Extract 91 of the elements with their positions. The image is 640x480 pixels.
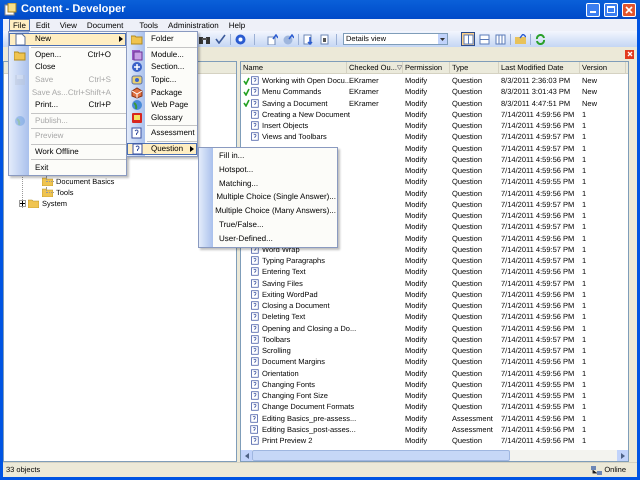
folder-icon: [28, 199, 39, 208]
question-icon: [250, 121, 259, 130]
app-icon: [4, 3, 17, 16]
horizontal-scrollbar[interactable]: [241, 450, 628, 461]
question-icon: [250, 301, 259, 310]
network-icon: [591, 466, 602, 474]
section-icon: [131, 61, 143, 74]
scroll-right-icon: [620, 452, 624, 458]
dropdown-arrow-icon: [440, 38, 445, 40]
close-icon: [626, 51, 632, 57]
folder-up-button[interactable]: [514, 32, 527, 46]
menu-option[interactable]: Package: [127, 86, 197, 99]
menu-option[interactable]: Print... Ctrl+P: [9, 98, 126, 112]
menu-option[interactable]: Glossary: [127, 112, 197, 124]
assessment-icon: [250, 414, 259, 423]
question-icon: [250, 380, 259, 389]
globe-icon: [131, 99, 143, 112]
menu-item[interactable]: File: [9, 19, 30, 31]
sort-icon: [396, 65, 402, 70]
question-icon: [250, 278, 259, 288]
question-icon: [250, 436, 259, 446]
question-icon: [250, 334, 259, 344]
menu-option[interactable]: Module...: [127, 48, 197, 62]
spellcheck-button[interactable]: [214, 32, 227, 46]
question-icon: [250, 324, 259, 333]
menu-option[interactable]: Close: [9, 61, 126, 74]
menu-option[interactable]: Multiple Choice (Many Answers)...: [199, 204, 337, 218]
menu-item[interactable]: Tools: [135, 19, 162, 31]
question-icon: [250, 402, 259, 412]
question-icon: [250, 368, 259, 378]
globe-arrow-button[interactable]: [282, 32, 295, 46]
folder-icon: [131, 33, 143, 46]
menu-option[interactable]: Multiple Choice (Single Answer)...: [199, 190, 337, 204]
menu-option[interactable]: Assessment: [127, 127, 197, 140]
menu-option[interactable]: Hotspot...: [199, 162, 337, 177]
question-icon: [250, 312, 259, 322]
menu-option[interactable]: Section...: [127, 61, 197, 74]
scroll-left-icon: [244, 452, 248, 458]
close-button[interactable]: [622, 2, 636, 16]
menu-option[interactable]: New: [9, 33, 126, 46]
menu-item[interactable]: Help: [224, 19, 250, 31]
question-icon: [250, 256, 259, 266]
book-icon: [131, 112, 143, 124]
menu-item[interactable]: Administration: [164, 19, 223, 31]
question-icon: [250, 267, 259, 276]
question-icon: [250, 87, 259, 96]
menu-item[interactable]: View: [56, 19, 81, 31]
globe-icon: [14, 114, 26, 127]
question-icon: [250, 76, 259, 86]
menu-option[interactable]: Exit: [9, 161, 126, 174]
topic-icon: [131, 74, 143, 86]
window-title: Content - Developer: [21, 2, 127, 18]
folder-icon: [14, 48, 26, 61]
submenu-arrow-icon: [188, 146, 196, 152]
submenu-arrow-icon: [117, 36, 125, 42]
question-icon: [250, 391, 259, 400]
question-icon: [250, 346, 259, 356]
menu-option[interactable]: User-Defined...: [199, 232, 337, 246]
assessment-icon: [250, 424, 259, 434]
menu-item[interactable]: Document: [82, 19, 128, 31]
menu-option[interactable]: Work Offline: [9, 146, 126, 158]
menu-option[interactable]: Question: [127, 142, 197, 156]
menu-option[interactable]: Web Page: [127, 98, 197, 112]
menu-option[interactable]: True/False...: [199, 218, 337, 232]
question-icon: [250, 357, 259, 366]
package-icon: [131, 86, 143, 99]
expand-toggle[interactable]: [19, 200, 26, 207]
menu-option[interactable]: Folder: [127, 33, 197, 46]
menu-option[interactable]: Open... Ctrl+O: [9, 48, 126, 62]
menu-option[interactable]: Fill in...: [199, 149, 337, 163]
maximize-button[interactable]: [604, 2, 618, 16]
page-arrow-button[interactable]: [266, 32, 279, 46]
close-pane-button[interactable]: [625, 50, 634, 58]
question-icon: [250, 98, 259, 108]
split-vertical-button[interactable]: [461, 32, 475, 46]
assessment-icon: [131, 127, 143, 140]
menu-option[interactable]: Matching...: [199, 176, 337, 190]
split-horizontal-button[interactable]: [477, 32, 491, 46]
question-icon: [250, 132, 259, 142]
menu-item[interactable]: Edit: [32, 19, 54, 31]
columns-button[interactable]: [493, 32, 507, 46]
folder-icon: [42, 188, 53, 197]
refresh-button[interactable]: [534, 32, 547, 46]
menu-option[interactable]: Topic...: [127, 74, 197, 86]
question-icon: [250, 110, 259, 119]
question-icon: [250, 290, 259, 299]
module-icon: [131, 48, 143, 61]
close-icon: [625, 6, 633, 14]
page-down-button[interactable]: [302, 32, 315, 46]
minimize-button[interactable]: [586, 2, 600, 16]
help-button[interactable]: [234, 32, 247, 46]
